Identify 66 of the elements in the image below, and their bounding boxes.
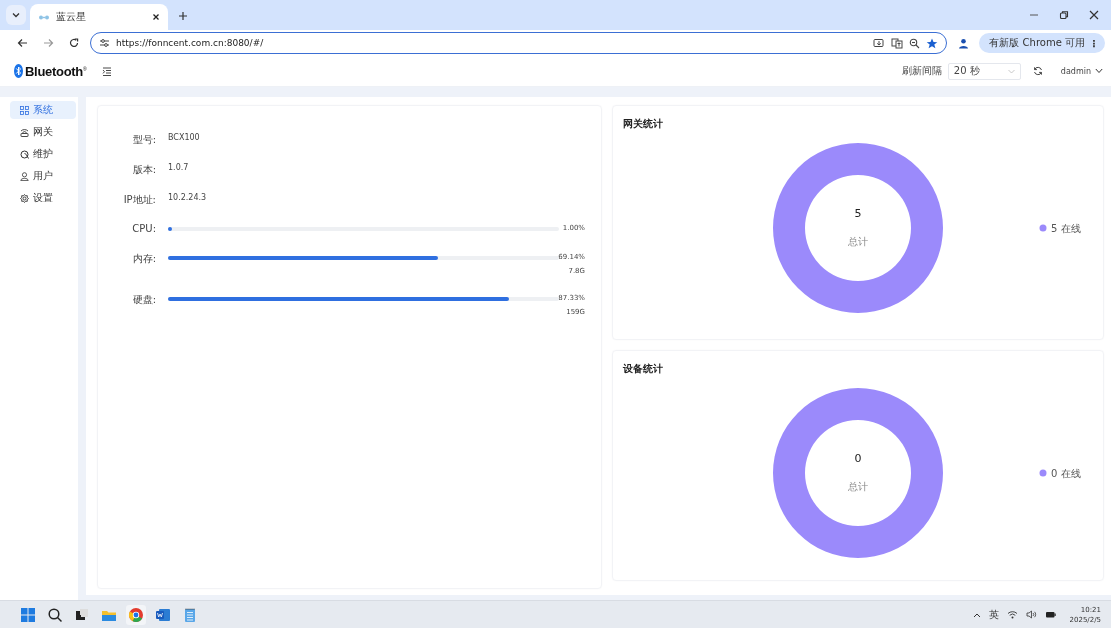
router-icon [20,127,29,137]
translate-icon[interactable] [891,37,904,49]
field-label: IP地址: [122,193,156,207]
tab-title: 蓝云星 [56,10,87,24]
tab-list-button[interactable] [6,5,26,25]
field-label: 硬盘: [131,293,156,307]
chevron-down-icon [1007,68,1015,74]
field-label: 型号: [131,133,156,147]
logo-text: Bluetooth$^{®}$ [25,63,87,79]
document-app-icon [155,606,171,623]
update-chrome-button[interactable]: 有新版 Chrome 可用 ⋮ [979,33,1105,53]
chart-title: 设备统计 [623,362,664,376]
refresh-interval-label: 刷新间隔 [901,64,942,78]
close-icon[interactable] [152,13,160,21]
chart-title: 网关统计 [623,117,664,131]
chevron-down-icon [12,11,20,19]
total-label: 总计 [848,236,868,247]
user-icon [20,171,29,181]
search-icon [47,606,63,623]
volume-icon[interactable] [1025,610,1037,619]
refresh-icon [1032,66,1043,76]
menu-icon [102,66,113,76]
total-count: 5 [854,207,862,220]
notepad-icon [182,606,198,623]
legend-label: 5 在线 [1051,222,1081,234]
wifi-icon[interactable] [1006,610,1018,619]
field-value: BCX100 [168,133,201,142]
field-value: 1.0.7 [168,163,190,172]
total-count: 0 [854,452,862,465]
chrome-icon [128,606,144,623]
task-view-icon [74,606,90,623]
user-menu[interactable]: dadmin [1060,66,1103,76]
legend-label: 0 在线 [1051,467,1081,479]
windows-logo-icon [20,606,36,623]
sidebar-item[interactable]: 网关 [10,123,76,141]
field-value: 10.2.24.3 [168,193,208,202]
sidebar-item[interactable]: 设置 [10,189,76,207]
site-settings-icon [99,38,110,48]
chevron-up-icon[interactable] [972,611,981,618]
battery-icon[interactable] [1044,610,1056,619]
sidebar-item[interactable]: 系统 [10,101,76,119]
restore-icon [1059,10,1069,20]
bluetooth-logo-icon [14,64,23,78]
install-app-icon[interactable] [873,37,886,49]
arrow-left-icon [16,38,28,48]
url-text: https://fonncent.com.cn:8080/#/ [116,38,265,48]
close-icon [1089,10,1099,20]
chevron-down-icon [1095,68,1103,74]
refresh-interval-select[interactable]: 20 秒 [947,62,1021,80]
field-label: 版本: [131,163,156,177]
person-icon [957,37,969,49]
total-label: 总计 [848,481,868,492]
star-icon[interactable] [926,37,939,49]
gear-icon [20,193,29,203]
zoom-icon[interactable] [909,37,921,49]
grid-icon [20,105,29,115]
input-language[interactable]: 英 [988,607,999,622]
browser-tab[interactable]: 蓝云星 [30,4,168,30]
reload-icon [69,38,79,48]
field-label: CPU: [131,223,156,234]
sidebar-item[interactable]: 维护 [10,145,76,163]
plus-icon [178,11,188,21]
browser-button[interactable] [126,604,146,625]
arrow-right-icon [42,38,54,48]
field-label: 内存: [131,252,156,266]
sidebar-item[interactable]: 用户 [10,167,76,185]
